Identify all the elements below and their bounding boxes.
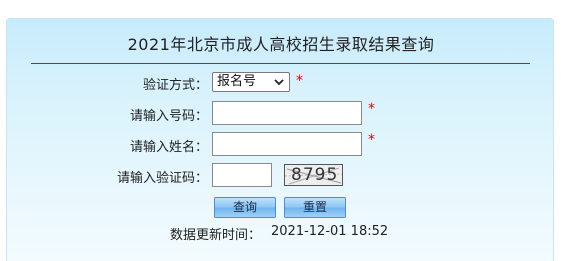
required-mark: *	[368, 101, 375, 117]
name-label: 请输入姓名：	[129, 140, 208, 155]
captcha-text: 8795	[291, 165, 339, 185]
captcha-image[interactable]: 8795	[284, 164, 343, 186]
chevron-down-icon	[272, 73, 286, 91]
name-input[interactable]	[212, 132, 362, 156]
verify-method-select[interactable]: 报名号	[212, 72, 290, 92]
number-input[interactable]	[212, 101, 362, 125]
verify-method-label: 验证方式：	[142, 78, 208, 93]
update-time-value: 2021-12-01 18:52	[271, 224, 389, 239]
page-title: 2021年北京市成人高校招生录取结果查询	[127, 35, 435, 54]
verify-method-value: 报名号	[217, 74, 257, 89]
query-button[interactable]: 查询	[214, 197, 276, 218]
reset-button[interactable]: 重置	[284, 197, 346, 218]
required-mark: *	[368, 132, 375, 148]
title-divider	[31, 63, 530, 64]
captcha-input[interactable]	[212, 163, 272, 187]
required-mark: *	[296, 73, 303, 89]
update-time-label: 数据更新时间：	[170, 228, 262, 243]
captcha-label: 请输入验证码：	[116, 171, 208, 186]
number-label: 请输入号码：	[129, 109, 208, 124]
